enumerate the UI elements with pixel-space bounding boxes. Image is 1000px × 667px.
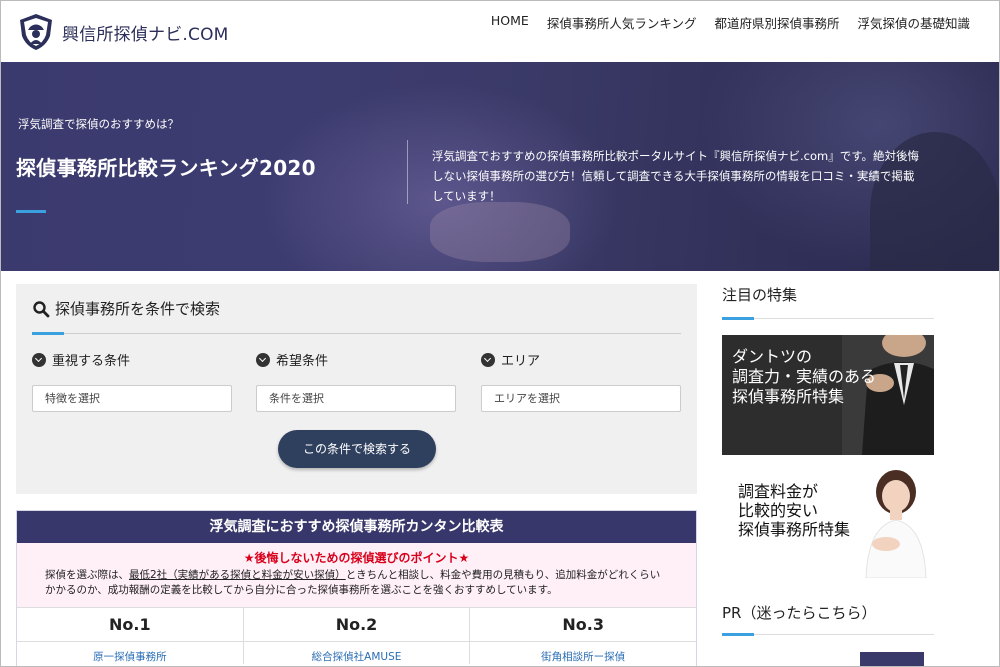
comparison-point: ★後悔しないための探偵選びのポイント★	[243, 551, 470, 565]
comparison-columns: No.1 原一探偵事務所 No.2 総合探偵社AMUSE No.3 街角相談所ー…	[17, 607, 697, 664]
divider-accent	[722, 633, 754, 636]
featured-banner-top-agencies[interactable]: ダントツの 調査力・実績のある 探偵事務所特集	[722, 335, 934, 455]
hero-description: 浮気調査でおすすめの探偵事務所比較ポータルサイト『興信所探偵ナビ.com』です。…	[432, 149, 920, 203]
main-nav: HOME 探偵事務所人気ランキング 都道府県別探偵事務所 浮気探偵の基礎知識	[491, 13, 970, 32]
hero-background-photo	[430, 202, 570, 262]
rank-label: No.3	[470, 608, 697, 642]
filter-label: 希望条件	[276, 354, 329, 369]
nav-basics[interactable]: 浮気探偵の基礎知識	[857, 13, 970, 32]
hero-banner: 浮気調査で探偵のおすすめは？ 探偵事務所比較ランキング2020 浮気調査でおすす…	[0, 62, 1000, 271]
comparison-column: No.3 街角相談所ー探偵	[470, 608, 697, 664]
agency-link[interactable]: 原一探偵事務所	[17, 642, 243, 664]
filter-area-label: エリア	[481, 350, 540, 369]
feature-select[interactable]: 特徴を選択	[32, 385, 232, 412]
featured-heading: 注目の特集	[722, 286, 798, 304]
divider-accent	[722, 317, 754, 320]
banner-line: ダントツの	[732, 347, 813, 366]
nav-ranking[interactable]: 探偵事務所人気ランキング	[547, 13, 697, 32]
hero-subtitle: 浮気調査で探偵のおすすめは？	[18, 117, 179, 131]
site-logo[interactable]: 興信所探偵ナビ.COM	[16, 12, 229, 52]
banner-line: 比較的安い	[738, 501, 819, 520]
comparison-note: ★後悔しないための探偵選びのポイント★ 探偵を選ぶ際は、最低2社（実績がある探偵…	[17, 543, 696, 607]
comparison-column: No.2 総合探偵社AMUSE	[243, 608, 471, 664]
banner-text: 調査料金が 比較的安い 探偵事務所特集	[738, 482, 850, 539]
search-icon	[33, 300, 50, 317]
comparison-column: No.1 原一探偵事務所	[17, 608, 244, 664]
comparison-text-underlined: 最低2社（実績がある探偵と料金が安い探偵）	[129, 569, 346, 581]
banner-text: ダントツの 調査力・実績のある 探偵事務所特集	[732, 347, 876, 407]
banner-line: 探偵事務所特集	[732, 387, 845, 406]
rank-label: No.1	[17, 608, 243, 642]
logo-text: 興信所探偵ナビ.COM	[62, 24, 229, 45]
search-title-label: 探偵事務所を条件で検索	[55, 300, 221, 318]
search-button[interactable]: この条件で検索する	[278, 430, 436, 468]
agency-link[interactable]: 総合探偵社AMUSE	[244, 642, 470, 664]
condition-select[interactable]: 条件を選択	[256, 385, 456, 412]
area-select[interactable]: エリアを選択	[481, 385, 681, 412]
banner-line: 調査力・実績のある	[732, 367, 877, 386]
detective-shield-icon	[20, 14, 52, 50]
pr-banner-image[interactable]	[860, 652, 924, 667]
chevron-down-icon	[32, 352, 46, 367]
chevron-down-icon	[481, 352, 495, 367]
comparison-title: 浮気調査におすすめ探偵事務所カンタン比較表	[17, 511, 696, 543]
pr-heading: PR（迷ったらこちら）	[722, 604, 877, 622]
featured-banner-cheap-agencies[interactable]: 調査料金が 比較的安い 探偵事務所特集	[722, 466, 934, 578]
filter-label: 重視する条件	[52, 354, 131, 369]
search-title: 探偵事務所を条件で検索	[32, 298, 220, 319]
site-header: 興信所探偵ナビ.COM HOME 探偵事務所人気ランキング 都道府県別探偵事務所…	[0, 0, 1000, 62]
banner-line: 調査料金が	[738, 482, 819, 501]
comparison-table: 浮気調査におすすめ探偵事務所カンタン比較表 ★後悔しないための探偵選びのポイント…	[16, 510, 697, 667]
filter-label: エリア	[501, 354, 541, 369]
hero-divider	[407, 140, 408, 204]
comparison-text: 探偵を選ぶ際は、最低2社（実績がある探偵と料金が安い探偵）ときちんと相談し、料金…	[45, 568, 668, 598]
filter-priority-label: 重視する条件	[32, 350, 130, 369]
hero-title-underline	[16, 210, 46, 213]
comparison-text-part: 探偵を選ぶ際は、	[45, 569, 129, 581]
nav-home[interactable]: HOME	[491, 13, 529, 32]
banner-line: 探偵事務所特集	[738, 520, 851, 539]
divider	[32, 333, 681, 334]
chevron-down-icon	[256, 352, 270, 367]
hero-title: 探偵事務所比較ランキング2020	[16, 156, 316, 180]
filter-desired-label: 希望条件	[256, 350, 328, 369]
woman-image	[865, 470, 927, 578]
search-panel: 探偵事務所を条件で検索 重視する条件 希望条件 エリア 特徴を選択 条件を選択 …	[16, 284, 697, 494]
agency-link[interactable]: 街角相談所ー探偵	[470, 642, 696, 664]
divider-accent	[32, 332, 64, 335]
rank-label: No.2	[243, 608, 470, 642]
nav-prefecture[interactable]: 都道府県別探偵事務所	[714, 13, 839, 32]
